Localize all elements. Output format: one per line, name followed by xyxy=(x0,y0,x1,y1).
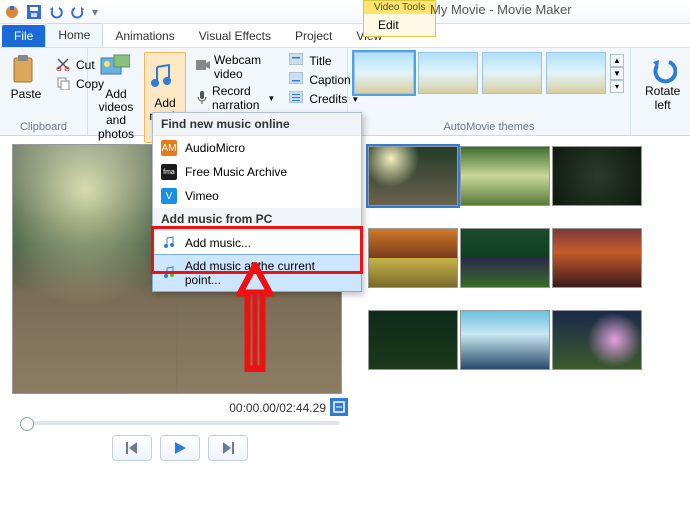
clip-2[interactable] xyxy=(460,146,550,206)
rotate-left-button[interactable]: Rotate left xyxy=(637,52,688,116)
undo-icon[interactable] xyxy=(48,4,64,20)
window-title: My Movie - Movie Maker xyxy=(430,2,572,17)
save-icon[interactable] xyxy=(26,4,42,20)
timecode-text: 00:00.00/02:44.29 xyxy=(229,401,326,415)
dd-fma[interactable]: fmaFree Music Archive xyxy=(153,160,361,184)
clip-4[interactable] xyxy=(368,228,458,288)
narration-button[interactable]: Record narration▼ xyxy=(192,83,279,113)
themes-more[interactable]: ▾ xyxy=(610,80,624,93)
next-frame-button[interactable] xyxy=(208,435,248,461)
tab-project[interactable]: Project xyxy=(283,25,344,47)
fma-icon: fma xyxy=(161,164,177,180)
clip-5[interactable] xyxy=(460,228,550,288)
qat-more-icon[interactable]: ▾ xyxy=(92,5,98,19)
tab-file[interactable]: File xyxy=(2,25,45,47)
group-label-clipboard: Clipboard xyxy=(6,119,81,133)
paste-label: Paste xyxy=(11,88,42,101)
tab-animations[interactable]: Animations xyxy=(103,25,186,47)
clip-7[interactable] xyxy=(368,310,458,370)
add-videos-button[interactable]: Add videos and photos xyxy=(94,52,138,143)
clip-9[interactable] xyxy=(552,310,642,370)
annotation-arrow xyxy=(230,262,280,372)
themes-scroll-down[interactable]: ▼ xyxy=(610,67,624,80)
fullscreen-icon[interactable] xyxy=(330,398,348,416)
storyboard[interactable] xyxy=(360,136,690,509)
ribbon-tabs: File Home Animations Visual Effects Proj… xyxy=(0,24,690,48)
context-tab-header: Video Tools xyxy=(363,0,436,14)
play-button[interactable] xyxy=(160,435,200,461)
app-icon xyxy=(4,4,20,20)
automovie-theme-4[interactable] xyxy=(546,52,606,94)
clip-1[interactable] xyxy=(368,146,458,206)
dd-vimeo[interactable]: VVimeo xyxy=(153,184,361,208)
redo-icon[interactable] xyxy=(70,4,86,20)
vimeo-icon: V xyxy=(161,188,177,204)
dd-audiomicro[interactable]: AMAudioMicro xyxy=(153,136,361,160)
themes-scroll-up[interactable]: ▲ xyxy=(610,54,624,67)
automovie-theme-1[interactable] xyxy=(354,52,414,94)
group-label-themes: AutoMovie themes xyxy=(354,119,624,133)
tab-edit[interactable]: Edit xyxy=(363,14,436,37)
prev-frame-button[interactable] xyxy=(112,435,152,461)
paste-button[interactable]: Paste xyxy=(6,52,46,103)
context-tab-group: Video Tools Edit xyxy=(363,0,436,37)
seek-bar[interactable] xyxy=(20,421,340,425)
automovie-theme-2[interactable] xyxy=(418,52,478,94)
clip-6[interactable] xyxy=(552,228,642,288)
dd-header-online: Find new music online xyxy=(153,113,361,136)
clip-8[interactable] xyxy=(460,310,550,370)
automovie-theme-3[interactable] xyxy=(482,52,542,94)
clip-3[interactable] xyxy=(552,146,642,206)
audiomicro-icon: AM xyxy=(161,140,177,156)
quick-access-toolbar: ▾ xyxy=(0,0,690,24)
tab-visual-effects[interactable]: Visual Effects xyxy=(187,25,283,47)
webcam-button[interactable]: Webcam video xyxy=(192,52,279,82)
tab-home[interactable]: Home xyxy=(45,23,103,47)
